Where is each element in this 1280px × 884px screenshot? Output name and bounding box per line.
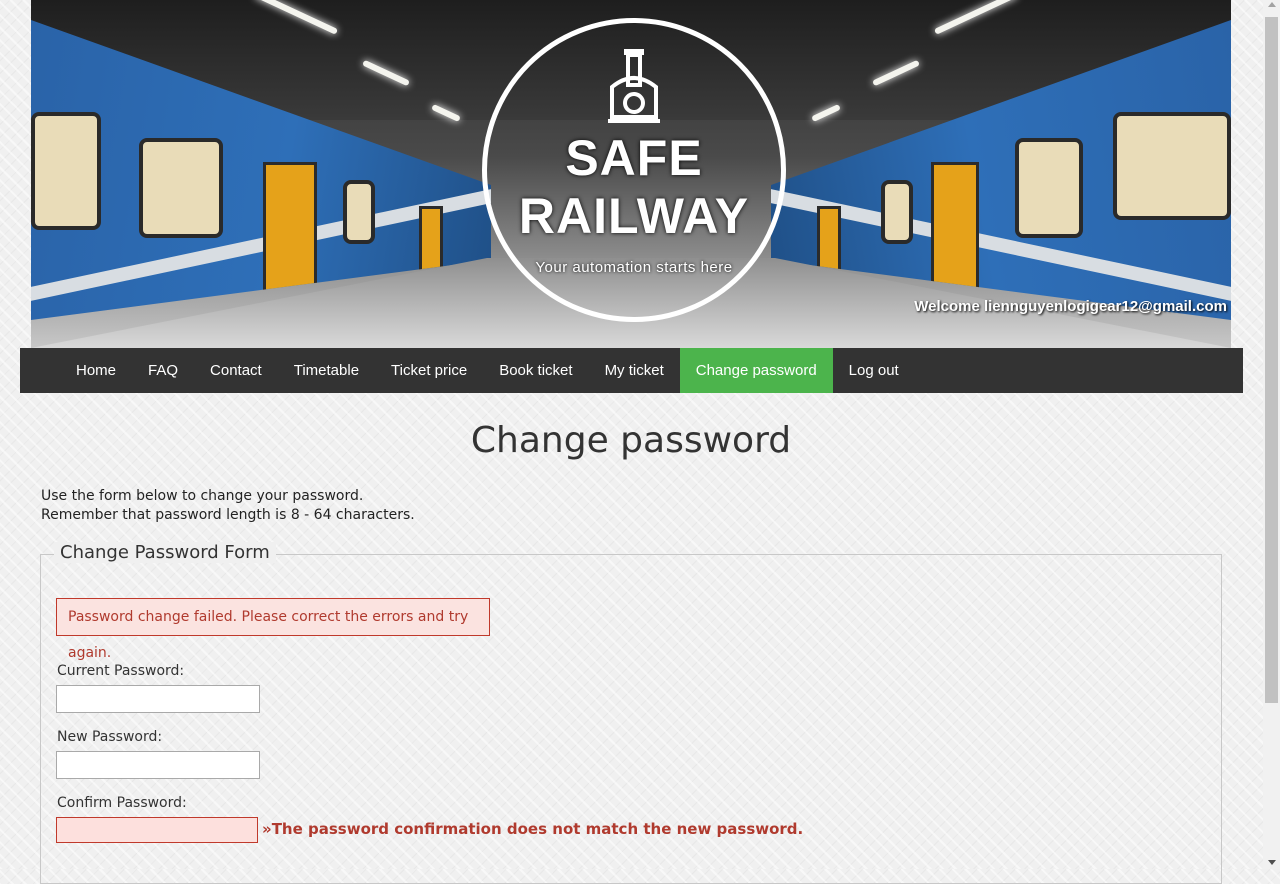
site-logo: SAFE RAILWAY Your automation starts here — [482, 18, 786, 322]
confirm-password-label: Confirm Password: — [57, 795, 187, 811]
menu-item-book-ticket[interactable]: Book ticket — [483, 348, 588, 393]
menu-item-my-ticket[interactable]: My ticket — [589, 348, 680, 393]
form-error-message: Password change failed. Please correct t… — [56, 598, 490, 661]
menu-item-contact[interactable]: Contact — [194, 348, 278, 393]
welcome-message: Welcome liennguyenlogigear12@gmail.com — [914, 298, 1227, 315]
menu-link-my-ticket[interactable]: My ticket — [589, 348, 680, 393]
page-scrollbar[interactable] — [1263, 0, 1280, 869]
train-icon — [608, 49, 660, 123]
intro-text-line1: Use the form below to change your passwo… — [41, 488, 364, 504]
scrollbar-thumb[interactable] — [1265, 17, 1278, 703]
scroll-down-icon[interactable] — [1268, 860, 1276, 865]
menu-link-timetable[interactable]: Timetable — [278, 348, 375, 393]
confirm-password-input[interactable] — [56, 817, 258, 843]
scroll-up-icon[interactable] — [1268, 2, 1276, 7]
new-password-input[interactable] — [56, 751, 260, 779]
menu-item-change-password[interactable]: Change password — [679, 348, 833, 393]
main-menu: Home FAQ Contact Timetable Ticket price … — [20, 348, 1243, 393]
intro-text-line2: Remember that password length is 8 - 64 … — [41, 507, 415, 523]
menu-item-ticket-price[interactable]: Ticket price — [375, 348, 483, 393]
menu-item-home[interactable]: Home — [60, 348, 132, 393]
logo-tagline: Your automation starts here — [535, 259, 733, 276]
current-password-label: Current Password: — [57, 663, 185, 679]
menu-link-contact[interactable]: Contact — [194, 348, 278, 393]
confirm-password-error: »The password confirmation does not matc… — [262, 820, 804, 838]
menu-link-log-out[interactable]: Log out — [833, 348, 915, 393]
menu-link-ticket-price[interactable]: Ticket price — [375, 348, 483, 393]
menu-item-log-out[interactable]: Log out — [833, 348, 915, 393]
current-password-input[interactable] — [56, 685, 260, 713]
menu-link-change-password[interactable]: Change password — [679, 348, 833, 393]
new-password-label: New Password: — [57, 729, 163, 745]
logo-text-railway: RAILWAY — [518, 188, 750, 244]
menu-link-book-ticket[interactable]: Book ticket — [483, 348, 588, 393]
page-title: Change password — [470, 420, 792, 461]
menu-link-home[interactable]: Home — [60, 348, 132, 393]
menu-item-faq[interactable]: FAQ — [132, 348, 194, 393]
menu-link-faq[interactable]: FAQ — [132, 348, 194, 393]
logo-text-safe: SAFE — [565, 130, 703, 186]
menu-item-timetable[interactable]: Timetable — [278, 348, 375, 393]
form-legend: Change Password Form — [54, 542, 276, 563]
header-banner: SAFE RAILWAY Your automation starts here… — [31, 0, 1231, 348]
